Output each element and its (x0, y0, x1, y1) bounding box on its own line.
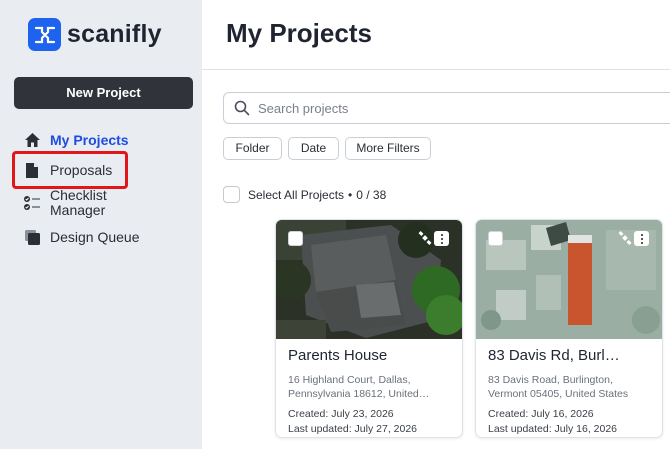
project-title[interactable]: 83 Davis Rd, Burl… (488, 347, 654, 364)
sidebar-item-label-group: Checklist Manager (50, 188, 107, 218)
created-date: Created: July 23, 2026 (288, 408, 394, 420)
more-options-icon[interactable] (434, 231, 449, 246)
satellite-icon (418, 231, 432, 245)
sidebar-item-checklist-manager[interactable]: Checklist Manager (23, 188, 107, 218)
more-filters-button[interactable]: More Filters (345, 137, 431, 160)
project-card[interactable]: 83 Davis Rd, Burl… 83 Davis Road, Burlin… (475, 219, 663, 438)
address-line: Vermont 05405, United States (488, 388, 629, 400)
satellite-icon (618, 231, 632, 245)
project-select-checkbox[interactable] (288, 231, 303, 246)
sidebar-item-label-line2: Manager (50, 202, 106, 218)
date-filter-button[interactable]: Date (288, 137, 339, 160)
project-address: 83 Davis Road, Burlington, Vermont 05405… (488, 373, 654, 401)
search-icon (234, 100, 250, 116)
sidebar-item-label: My Projects (50, 132, 129, 148)
sidebar-item-label: Design Queue (50, 229, 140, 245)
home-icon (23, 131, 41, 149)
sidebar-item-design-queue[interactable]: Design Queue (23, 228, 140, 246)
selection-count: 0 / 38 (356, 187, 387, 202)
sidebar-item-label: Proposals (50, 162, 113, 178)
sidebar: scanifly New Project My Projects Proposa… (0, 0, 202, 449)
sidebar-item-my-projects[interactable]: My Projects (23, 131, 129, 149)
created-date: Created: July 16, 2026 (488, 408, 594, 420)
select-all-checkbox[interactable] (223, 186, 240, 203)
more-options-icon[interactable] (634, 231, 649, 246)
page-header: My Projects (202, 0, 670, 70)
document-icon (23, 161, 41, 179)
page-title: My Projects (226, 18, 372, 48)
new-project-button[interactable]: New Project (14, 77, 193, 109)
project-address: 16 Highland Court, Dallas, Pennsylvania … (288, 373, 454, 401)
folder-filter-button[interactable]: Folder (223, 137, 282, 160)
separator-dot: • (348, 187, 353, 202)
select-all-row: Select All Projects • 0 / 38 (223, 186, 386, 203)
sidebar-item-proposals[interactable]: Proposals (23, 161, 112, 179)
address-line: 16 Highland Court, Dallas, (288, 374, 411, 386)
search-bar[interactable] (223, 92, 670, 124)
select-all-label: Select All Projects (248, 187, 345, 202)
search-input[interactable] (258, 100, 638, 116)
project-select-checkbox[interactable] (488, 231, 503, 246)
address-line: 83 Davis Road, Burlington, (488, 374, 613, 386)
brand-name: scanifly (67, 20, 162, 48)
checklist-icon (23, 194, 41, 212)
sidebar-item-label-line1: Checklist (50, 187, 107, 203)
logo[interactable]: scanifly (28, 18, 162, 51)
address-line: Pennsylvania 18612, United… (288, 388, 430, 400)
project-card[interactable]: Parents House 16 Highland Court, Dallas,… (275, 219, 463, 438)
updated-date: Last updated: July 16, 2026 (488, 423, 618, 435)
scanifly-logo-icon (28, 18, 61, 51)
project-title[interactable]: Parents House (288, 347, 454, 364)
stack-icon (23, 228, 41, 246)
updated-date: Last updated: July 27, 2026 (288, 423, 418, 435)
